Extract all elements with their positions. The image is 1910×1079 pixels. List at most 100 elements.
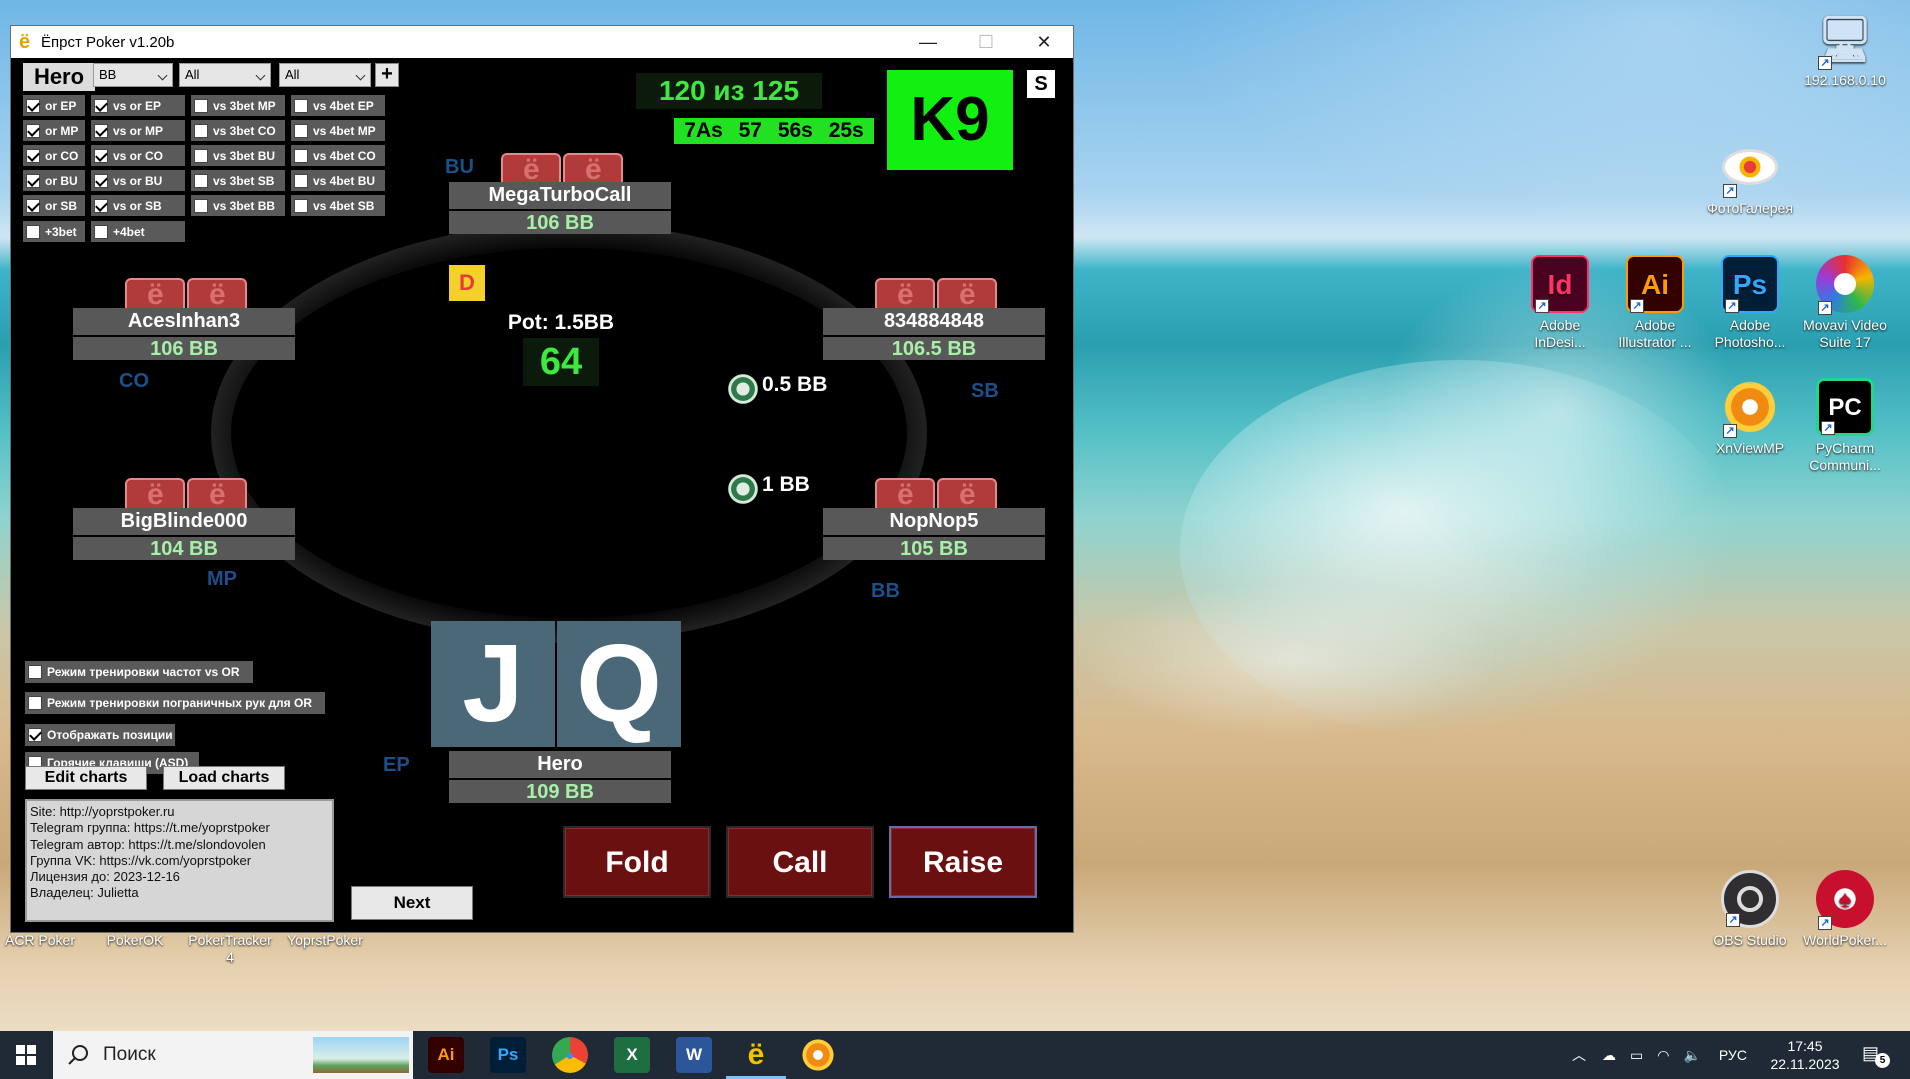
checkbox-vs-3bet-bb[interactable]: vs 3bet BB xyxy=(191,195,285,216)
desktop-icon-network[interactable]: 🖥 ↗ 192.168.0.10 xyxy=(1800,10,1890,89)
checkbox-box[interactable] xyxy=(194,173,208,188)
taskbar-app-excel[interactable]: X xyxy=(614,1037,650,1073)
add-button[interactable]: + xyxy=(375,63,399,87)
taskbar-app-yoprst-poker[interactable]: ё xyxy=(726,1037,786,1079)
player-name: BigBlinde000 xyxy=(73,508,295,535)
taskbar-app-word[interactable]: W xyxy=(676,1037,712,1073)
checkbox-box[interactable] xyxy=(194,198,208,213)
checkbox-box[interactable] xyxy=(26,98,40,113)
checkbox-box[interactable] xyxy=(26,123,40,138)
checkbox-box[interactable] xyxy=(26,198,40,213)
option-checkbox[interactable]: Отображать позиции xyxy=(25,724,175,746)
notifications-icon[interactable]: ▤ 5 xyxy=(1862,1043,1890,1068)
checkbox-or-ep[interactable]: or EP xyxy=(23,95,85,116)
call-button[interactable]: Call xyxy=(726,826,874,898)
checkbox-box[interactable] xyxy=(94,198,108,213)
checkbox-box[interactable] xyxy=(294,123,308,138)
desktop-icon-acr-poker[interactable]: ACR Poker xyxy=(0,932,80,949)
checkbox-vs-or-mp[interactable]: vs or MP xyxy=(91,120,185,141)
raise-button[interactable]: Raise xyxy=(889,826,1037,898)
checkbox-vs-3bet-sb[interactable]: vs 3bet SB xyxy=(191,170,285,191)
desktop-icon-movavi[interactable]: ↗ Movavi Video Suite 17 xyxy=(1800,255,1890,351)
checkbox-box[interactable] xyxy=(26,173,40,188)
desktop-icon-yoprstpoker[interactable]: YoprstPoker xyxy=(280,932,370,949)
desktop-icon-photogallery[interactable]: ↗ ФотоГалерея xyxy=(1705,138,1795,217)
checkbox-box[interactable] xyxy=(94,173,108,188)
checkbox-box[interactable] xyxy=(194,148,208,163)
checkbox-vs-4bet-bu[interactable]: vs 4bet BU xyxy=(291,170,385,191)
checkbox-box[interactable] xyxy=(94,224,108,239)
desktop-icon-worldpoker[interactable]: ♠ ↗ WorldPoker... xyxy=(1800,870,1890,949)
desktop-icon-obs[interactable]: ↗ OBS Studio xyxy=(1705,870,1795,949)
desktop-icon-xnview[interactable]: ↗ XnViewMP xyxy=(1705,378,1795,457)
checkbox-vs-4bet-ep[interactable]: vs 4bet EP xyxy=(291,95,385,116)
checkbox-box[interactable] xyxy=(294,148,308,163)
checkbox-or-mp[interactable]: or MP xyxy=(23,120,85,141)
taskbar-app-chrome[interactable]: ● xyxy=(552,1037,588,1073)
checkbox-box[interactable] xyxy=(26,148,40,163)
clock[interactable]: 17:45 22.11.2023 xyxy=(1760,1037,1850,1073)
desktop-icon-pycharm[interactable]: PC ↗ PyCharm Communi... xyxy=(1800,378,1890,474)
title-bar[interactable]: ё Ёпрст Poker v1.20b — ☐ ✕ xyxy=(11,26,1073,58)
checkbox-or-co[interactable]: or CO xyxy=(23,145,85,166)
checkbox-box[interactable] xyxy=(94,123,108,138)
monitor-icon: 🖥 ↗ xyxy=(1817,14,1873,70)
taskbar-search-box[interactable]: Поиск xyxy=(53,1031,413,1079)
desktop-icon-pokertracker[interactable]: PokerTracker 4 xyxy=(185,932,275,966)
checkbox-box[interactable] xyxy=(28,665,42,679)
input-language[interactable]: РУС xyxy=(1719,1047,1747,1063)
checkbox-vs-3bet-mp[interactable]: vs 3bet MP xyxy=(191,95,285,116)
filter-select-1[interactable]: All xyxy=(179,63,271,87)
checkbox-box[interactable] xyxy=(26,224,40,239)
option-checkbox[interactable]: Режим тренировки пограничных рук для OR xyxy=(25,692,325,714)
checkbox-vs-or-bu[interactable]: vs or BU xyxy=(91,170,185,191)
wifi-icon[interactable]: ◠ xyxy=(1657,1047,1669,1064)
checkbox-vs-4bet-mp[interactable]: vs 4bet MP xyxy=(291,120,385,141)
player-name: NopNop5 xyxy=(823,508,1045,535)
checkbox-box[interactable] xyxy=(94,98,108,113)
start-button[interactable] xyxy=(0,1031,52,1079)
taskbar-app-xnview[interactable]: ✺ xyxy=(800,1037,836,1073)
option-checkbox[interactable]: Режим тренировки частот vs OR xyxy=(25,661,253,683)
checkbox-box[interactable] xyxy=(194,98,208,113)
filter-select-2[interactable]: All xyxy=(279,63,371,87)
checkbox-plus4bet[interactable]: +4bet xyxy=(91,221,185,242)
checkbox-vs-or-ep[interactable]: vs or EP xyxy=(91,95,185,116)
fold-button[interactable]: Fold xyxy=(563,826,711,898)
chevron-up-icon[interactable]: ︿ xyxy=(1572,1045,1586,1065)
checkbox-vs-or-co[interactable]: vs or CO xyxy=(91,145,185,166)
checkbox-or-bu[interactable]: or BU xyxy=(23,170,85,191)
checkbox-vs-4bet-sb[interactable]: vs 4bet SB xyxy=(291,195,385,216)
checkbox-box[interactable] xyxy=(294,98,308,113)
checkbox-box[interactable] xyxy=(28,696,42,710)
checkbox-or-sb[interactable]: or SB xyxy=(23,195,85,216)
taskbar-app-photoshop[interactable]: Ps xyxy=(490,1037,526,1073)
battery-icon[interactable]: ▭ xyxy=(1630,1047,1643,1064)
checkbox-box[interactable] xyxy=(94,148,108,163)
checkbox-vs-3bet-co[interactable]: vs 3bet CO xyxy=(191,120,285,141)
checkbox-box[interactable] xyxy=(294,173,308,188)
checkbox-box[interactable] xyxy=(294,198,308,213)
edit-charts-button[interactable]: Edit charts xyxy=(25,766,147,790)
checkbox-vs-4bet-co[interactable]: vs 4bet CO xyxy=(291,145,385,166)
maximize-button[interactable]: ☐ xyxy=(957,26,1015,58)
load-charts-button[interactable]: Load charts xyxy=(163,766,285,790)
taskbar-app-illustrator[interactable]: Ai xyxy=(428,1037,464,1073)
opponent-card-back xyxy=(937,478,997,512)
checkbox-box[interactable] xyxy=(28,728,42,742)
desktop-icon-indesign[interactable]: Id ↗ Adobe InDesi... xyxy=(1515,255,1605,351)
checkbox-vs-3bet-bu[interactable]: vs 3bet BU xyxy=(191,145,285,166)
volume-icon[interactable]: 🔈 xyxy=(1683,1047,1700,1064)
desktop-icon-pokerok[interactable]: PokerOK xyxy=(95,932,175,949)
checkbox-plus3bet[interactable]: +3bet xyxy=(23,221,85,242)
checkbox-vs-or-sb[interactable]: vs or SB xyxy=(91,195,185,216)
checkbox-box[interactable] xyxy=(194,123,208,138)
next-button[interactable]: Next xyxy=(351,886,473,920)
close-button[interactable]: ✕ xyxy=(1015,26,1073,58)
desktop-icon-illustrator[interactable]: Ai ↗ Adobe Illustrator ... xyxy=(1610,255,1700,351)
minimize-button[interactable]: — xyxy=(899,26,957,58)
s-button[interactable]: S xyxy=(1027,70,1055,98)
cloud-icon[interactable]: ☁ xyxy=(1602,1047,1616,1064)
position-select[interactable]: BB xyxy=(93,63,173,87)
desktop-icon-photoshop[interactable]: Ps ↗ Adobe Photosho... xyxy=(1705,255,1795,351)
